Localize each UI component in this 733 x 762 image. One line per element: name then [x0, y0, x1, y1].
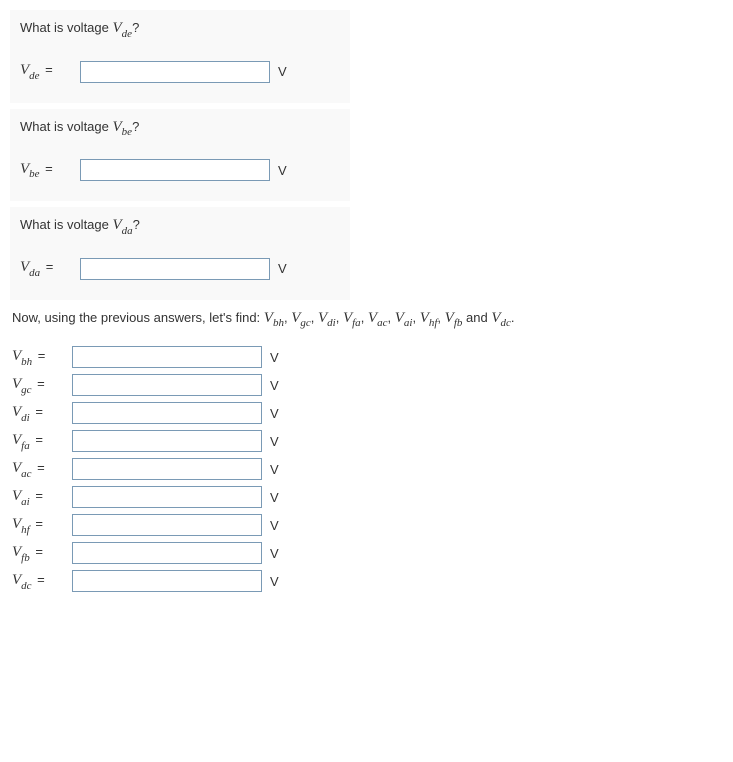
question-label-da: Vda =: [20, 259, 80, 278]
field-unit-fa: V: [270, 434, 279, 449]
field-label-gc: Vgc =: [12, 376, 72, 395]
field-input-dc[interactable]: [72, 570, 262, 592]
question-label-be: Vbe =: [20, 161, 80, 180]
question-row-be: Vbe = V: [20, 159, 340, 181]
field-row-hf: Vhf = V: [12, 514, 723, 536]
field-unit-dc: V: [270, 574, 279, 589]
intro-text: Now, using the previous answers, let's f…: [10, 310, 723, 329]
field-row-ai: Vai = V: [12, 486, 723, 508]
question-prompt-de: What is voltage Vde?: [20, 20, 340, 39]
question-label-de: Vde =: [20, 62, 80, 81]
field-row-fb: Vfb = V: [12, 542, 723, 564]
field-label-fa: Vfa =: [12, 432, 72, 451]
field-input-fa[interactable]: [72, 430, 262, 452]
field-input-di[interactable]: [72, 402, 262, 424]
field-input-fb[interactable]: [72, 542, 262, 564]
question-unit-da: V: [278, 261, 287, 276]
field-row-bh: Vbh = V: [12, 346, 723, 368]
field-row-fa: Vfa = V: [12, 430, 723, 452]
field-input-hf[interactable]: [72, 514, 262, 536]
field-input-ac[interactable]: [72, 458, 262, 480]
field-label-bh: Vbh =: [12, 348, 72, 367]
field-row-gc: Vgc = V: [12, 374, 723, 396]
field-unit-bh: V: [270, 350, 279, 365]
field-unit-fb: V: [270, 546, 279, 561]
question-block-da: What is voltage Vda? Vda = V: [10, 207, 350, 300]
field-label-ac: Vac =: [12, 460, 72, 479]
field-row-ac: Vac = V: [12, 458, 723, 480]
question-block-be: What is voltage Vbe? Vbe = V: [10, 109, 350, 202]
question-input-da[interactable]: [80, 258, 270, 280]
field-input-bh[interactable]: [72, 346, 262, 368]
field-unit-hf: V: [270, 518, 279, 533]
field-label-di: Vdi =: [12, 404, 72, 423]
question-input-be[interactable]: [80, 159, 270, 181]
field-row-di: Vdi = V: [12, 402, 723, 424]
field-label-hf: Vhf =: [12, 516, 72, 535]
question-unit-de: V: [278, 64, 287, 79]
question-prompt-be: What is voltage Vbe?: [20, 119, 340, 138]
question-unit-be: V: [278, 163, 287, 178]
field-list: Vbh =VVgc =VVdi =VVfa =VVac =VVai =VVhf …: [10, 346, 723, 592]
field-input-ai[interactable]: [72, 486, 262, 508]
field-unit-ac: V: [270, 462, 279, 477]
question-row-de: Vde = V: [20, 61, 340, 83]
question-input-de[interactable]: [80, 61, 270, 83]
field-unit-di: V: [270, 406, 279, 421]
question-prompt-da: What is voltage Vda?: [20, 217, 340, 236]
field-unit-ai: V: [270, 490, 279, 505]
field-unit-gc: V: [270, 378, 279, 393]
field-input-gc[interactable]: [72, 374, 262, 396]
field-label-dc: Vdc =: [12, 572, 72, 591]
field-row-dc: Vdc = V: [12, 570, 723, 592]
field-label-fb: Vfb =: [12, 544, 72, 563]
field-label-ai: Vai =: [12, 488, 72, 507]
question-block-de: What is voltage Vde? Vde = V: [10, 10, 350, 103]
question-row-da: Vda = V: [20, 258, 340, 280]
